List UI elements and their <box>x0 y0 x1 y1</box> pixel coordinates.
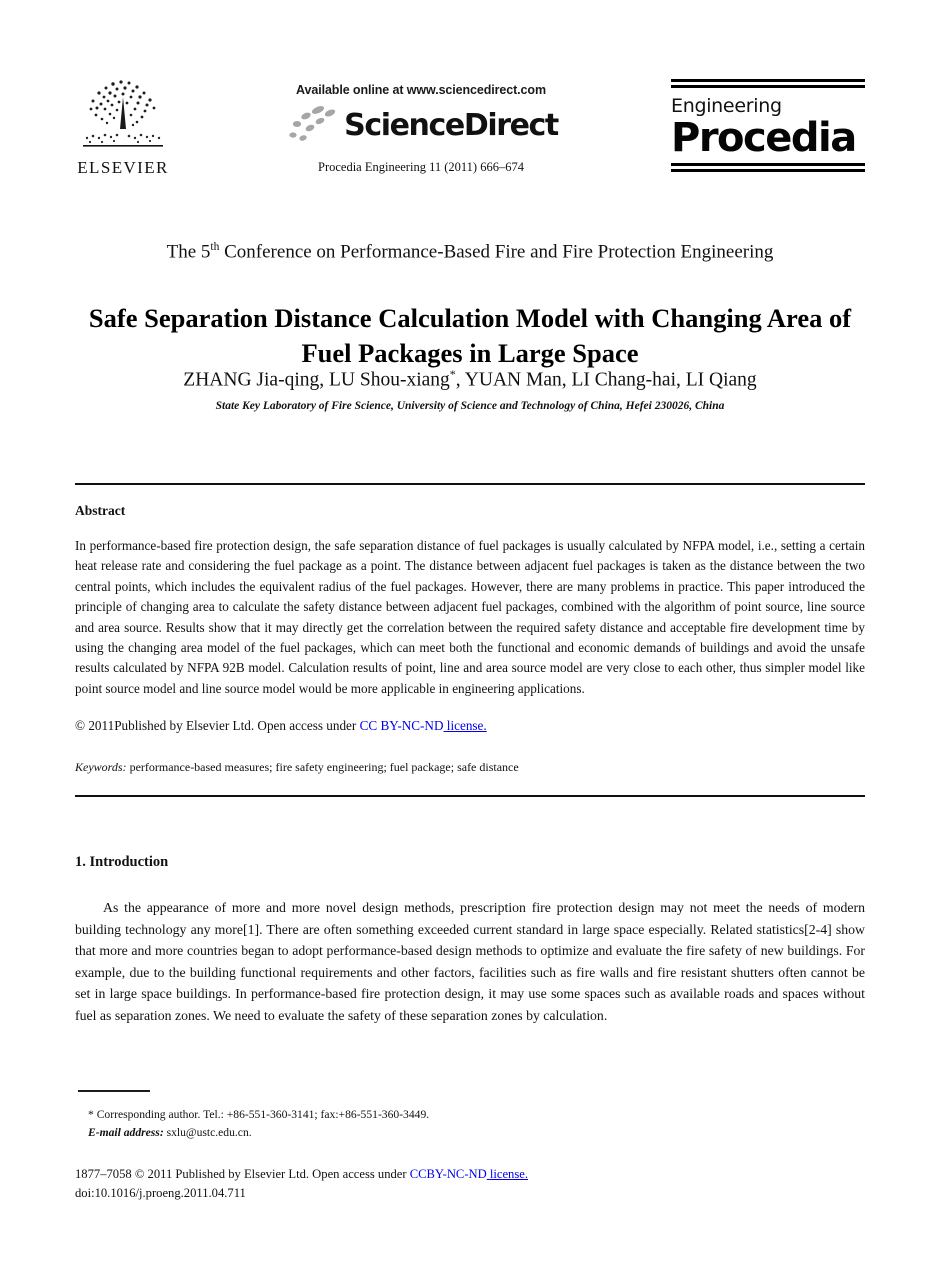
conference-line: The 5th Conference on Performance-Based … <box>75 241 865 263</box>
affiliation: State Key Laboratory of Fire Science, Un… <box>215 400 725 412</box>
author-list: ZHANG Jia-qing, LU Shou-xiang*, YUAN Man… <box>75 367 865 392</box>
doi-line: doi:10.1016/j.proeng.2011.04.711 <box>75 1186 246 1200</box>
sciencedirect-logo: Available online at www.sciencedirect.co… <box>241 83 601 175</box>
elsevier-logo: ELSEVIER <box>75 75 171 178</box>
email-value[interactable]: sxlu@ustc.edu.cn. <box>164 1126 252 1139</box>
conference-prefix: The 5 <box>166 241 211 263</box>
corresponding-author-note: * Corresponding author. Tel.: +86-551-36… <box>88 1108 430 1121</box>
procedia-top-rule <box>671 79 865 88</box>
keywords-line: Keywords: performance-based measures; fi… <box>75 760 865 775</box>
procedia-bottom-rule <box>671 162 865 172</box>
sciencedirect-wordmark: ScienceDirect <box>344 108 559 143</box>
email-note: E-mail address: sxlu@ustc.edu.cn. <box>88 1124 868 1142</box>
license-link[interactable]: CC BY-NC-ND license. <box>360 718 487 733</box>
license-link-label: CC BY-NC-ND <box>359 718 444 733</box>
issn-prefix: 1877–7058 © 2011 Published by Elsevier L… <box>75 1167 410 1181</box>
procedia-logo: Engineering Procedia <box>671 79 865 172</box>
page-title: Safe Separation Distance Calculation Mod… <box>88 302 852 368</box>
procedia-wordmark: Procedia <box>671 114 857 161</box>
elsevier-tree-icon <box>79 75 167 157</box>
footnote-block: * Corresponding author. Tel.: +86-551-36… <box>88 1106 868 1142</box>
license-link-suffix: license. <box>446 718 487 733</box>
journal-citation: Procedia Engineering 11 (2011) 666–674 <box>318 160 524 174</box>
copyright-text: © 2011Published by Elsevier Ltd. Open ac… <box>75 718 360 733</box>
elsevier-wordmark: ELSEVIER <box>77 158 169 177</box>
author-names-part2: , YUAN Man, LI Chang-hai, LI Qiang <box>455 369 757 391</box>
sciencedirect-brand-row: ScienceDirect <box>241 104 601 148</box>
abstract-body: In performance-based fire protection des… <box>75 538 865 696</box>
author-names-part1: ZHANG Jia-qing, LU Shou-xiang <box>183 369 450 391</box>
procedia-engineering-label: Engineering <box>671 95 782 117</box>
email-label: E-mail address: <box>88 1125 164 1139</box>
issn-copyright-line: 1877–7058 © 2011 Published by Elsevier L… <box>75 1167 865 1182</box>
footer-license-label: CCBY-NC-ND <box>409 1167 487 1181</box>
introduction-body: As the appearance of more and more novel… <box>75 900 865 1023</box>
abstract-bottom-divider <box>75 795 865 797</box>
keywords-label: Keywords: <box>75 760 127 774</box>
section-heading-introduction: 1. Introduction <box>75 854 169 870</box>
footer-license-link[interactable]: CCBY-NC-ND license. <box>410 1167 528 1181</box>
conference-suffix: Conference on Performance-Based Fire and… <box>219 241 774 263</box>
masthead: ELSEVIER Available online at www.science… <box>75 75 865 195</box>
abstract-heading: Abstract <box>75 503 126 518</box>
paper-page: ELSEVIER Available online at www.science… <box>0 0 935 1266</box>
keywords-value: performance-based measures; fire safety … <box>126 760 519 774</box>
footnote-divider <box>78 1090 150 1092</box>
abstract-top-divider <box>75 483 865 485</box>
footer-license-suffix: license. <box>489 1167 528 1181</box>
sciencedirect-dots-icon <box>284 104 340 148</box>
copyright-line: © 2011Published by Elsevier Ltd. Open ac… <box>75 718 865 734</box>
sciencedirect-available-text: Available online at www.sciencedirect.co… <box>296 83 546 97</box>
